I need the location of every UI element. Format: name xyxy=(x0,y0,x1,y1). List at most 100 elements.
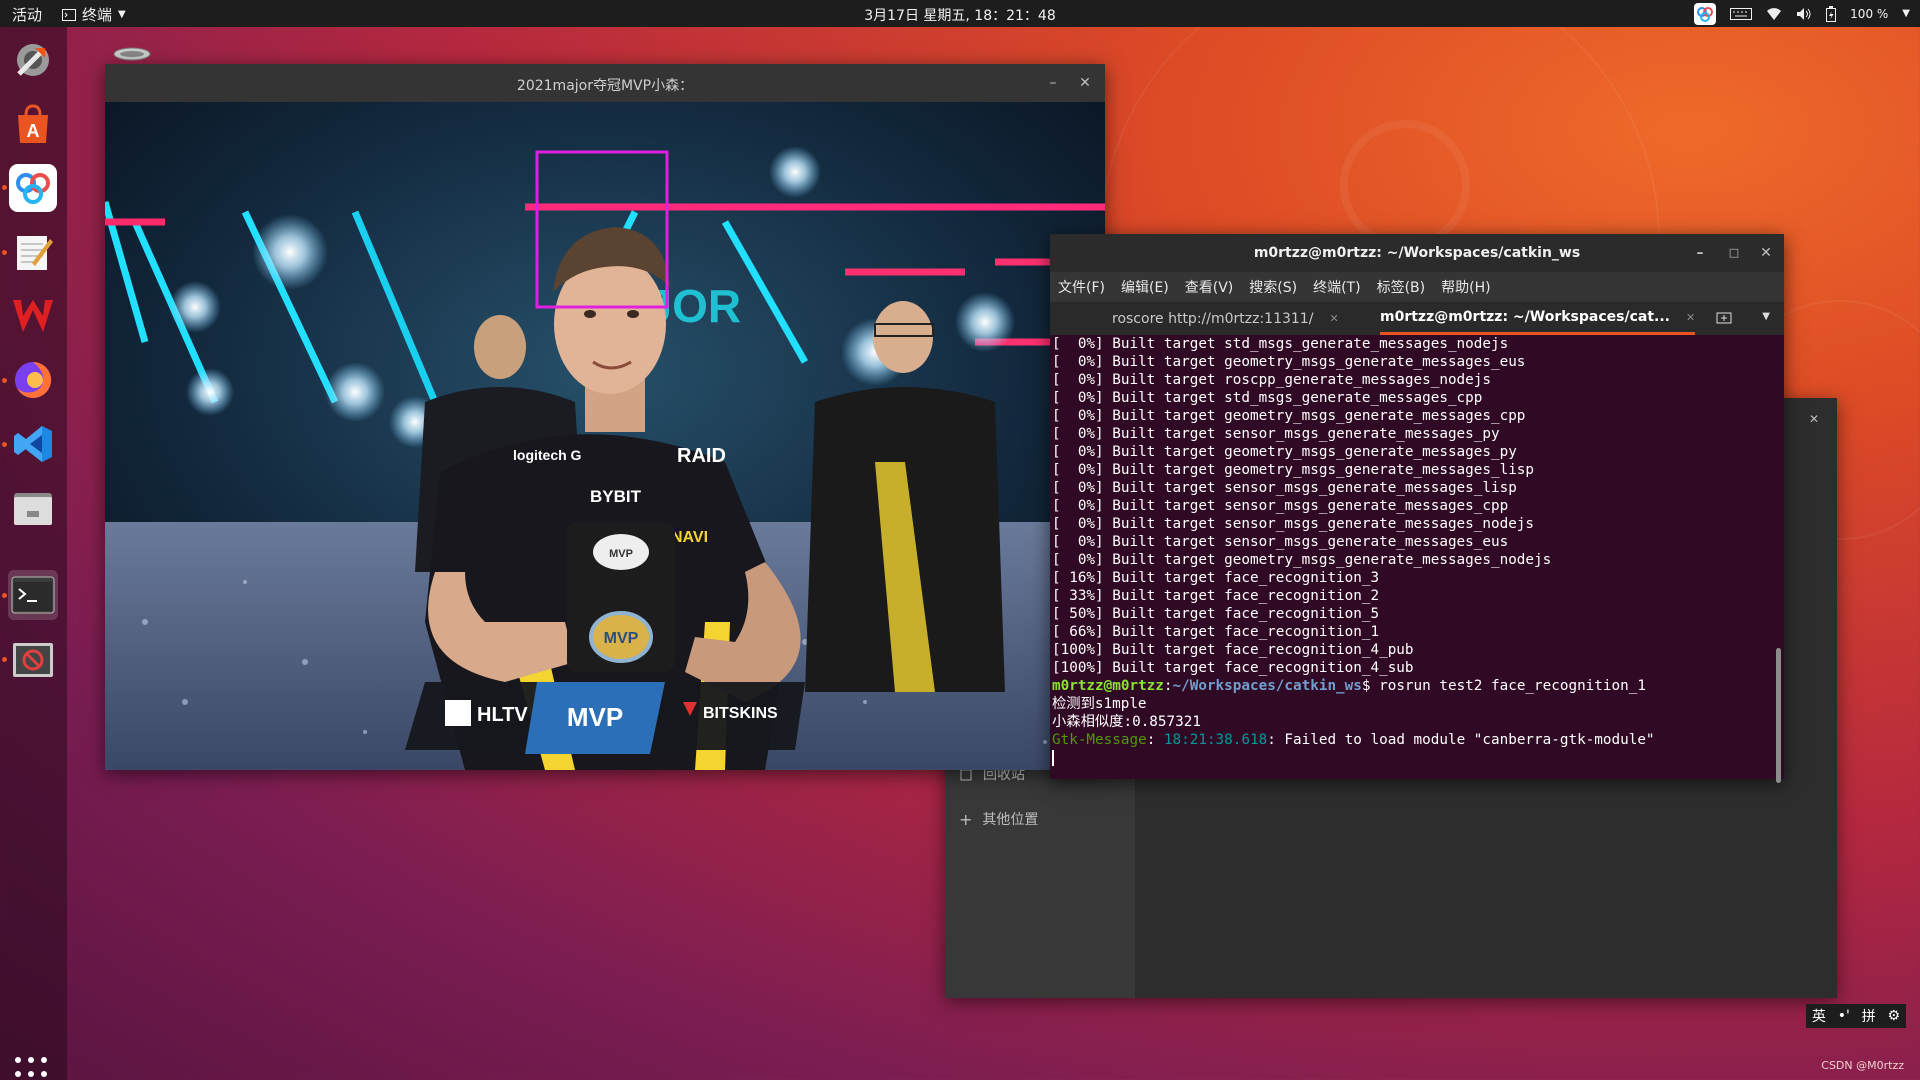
svg-text:A: A xyxy=(27,121,40,141)
sidebar-item-label: 其他位置 xyxy=(982,812,1039,828)
ime-mode[interactable]: 拼 xyxy=(1862,1006,1876,1026)
close-tab-icon[interactable]: ✕ xyxy=(1686,311,1695,324)
prompt-user: m0rtzz@m0rtzz xyxy=(1052,678,1164,694)
tab-roscore[interactable]: roscore http://m0rtzz:11311/ ✕ xyxy=(1112,302,1339,335)
minimize-button[interactable]: – xyxy=(1690,243,1710,263)
battery-percent: 100 % xyxy=(1850,6,1889,21)
new-tab-icon[interactable] xyxy=(1716,310,1732,330)
output-line: [ 0%] Built target sensor_msgs_generate_… xyxy=(1052,480,1517,496)
keyboard-icon[interactable] xyxy=(1730,7,1753,20)
dock-ubuntu-software[interactable]: A xyxy=(8,99,58,149)
gtk-message-line: Gtk-Message: 18:21:38.618: Failed to loa… xyxy=(1052,732,1655,748)
menu-edit[interactable]: 编辑(E) xyxy=(1121,277,1169,297)
tab-label: roscore http://m0rtzz:11311/ xyxy=(1112,310,1314,327)
sidebar-item-other-locations[interactable]: + 其他位置 xyxy=(959,809,1038,829)
menu-tabs[interactable]: 标签(B) xyxy=(1377,277,1426,297)
menu-view[interactable]: 查看(V) xyxy=(1185,277,1234,297)
dock-files[interactable] xyxy=(8,483,58,533)
output-line: [ 0%] Built target sensor_msgs_generate_… xyxy=(1052,426,1500,442)
ime-punctuation[interactable]: •' xyxy=(1838,1008,1850,1024)
output-line: [ 0%] Built target geometry_msgs_generat… xyxy=(1052,462,1535,478)
similarity-line: 小森相似度:0.857321 xyxy=(1052,714,1201,730)
command-text: $ rosrun test2 face_recognition_1 xyxy=(1361,678,1646,694)
show-applications-button[interactable] xyxy=(15,1057,51,1080)
terminal-scrollbar[interactable] xyxy=(1776,343,1781,783)
baidu-netdisk-tray-icon[interactable] xyxy=(1694,2,1717,25)
dock-running-indicator xyxy=(2,378,7,383)
gtk-timestamp: 18:21:38.618 xyxy=(1163,732,1268,748)
output-line: [ 0%] Built target std_msgs_generate_mes… xyxy=(1052,390,1483,406)
app-menu-label: 终端 xyxy=(82,6,113,24)
output-line: [ 0%] Built target geometry_msgs_generat… xyxy=(1052,444,1517,460)
dock-vscode[interactable] xyxy=(8,419,58,469)
output-line: [ 0%] Built target geometry_msgs_generat… xyxy=(1052,408,1526,424)
text-cursor xyxy=(1052,750,1054,766)
clock[interactable]: 3月17日 星期五, 18：21：48 xyxy=(864,8,1056,24)
baidu-netdisk-icon xyxy=(9,164,57,212)
dock-software-updater[interactable] xyxy=(8,35,58,85)
dock-baidu-netdisk[interactable] xyxy=(8,163,58,213)
dock: A xyxy=(0,27,67,1080)
dock-running-indicator xyxy=(2,442,7,447)
terminal-output[interactable]: [ 0%] Built target std_msgs_generate_mes… xyxy=(1050,335,1772,779)
menu-terminal[interactable]: 终端(T) xyxy=(1313,277,1360,297)
maximize-button[interactable]: □ xyxy=(1724,243,1744,263)
battery-icon[interactable] xyxy=(1826,5,1837,22)
dock-firefox[interactable] xyxy=(8,355,58,405)
software-updater-icon xyxy=(17,44,49,76)
terminal-titlebar[interactable]: m0rtzz@m0rtzz: ~/Workspaces/catkin_ws – … xyxy=(1050,234,1784,272)
firefox-icon xyxy=(15,361,52,398)
output-line: [ 0%] Built target sensor_msgs_generate_… xyxy=(1052,498,1509,514)
scrollbar-thumb[interactable] xyxy=(1776,648,1781,783)
svg-text:logitech G: logitech G xyxy=(513,447,582,463)
menu-help[interactable]: 帮助(H) xyxy=(1441,277,1490,297)
photo-canvas: MAJOR xyxy=(105,102,1105,770)
svg-text:BYBIT: BYBIT xyxy=(590,487,642,506)
dock-running-indicator xyxy=(2,250,7,255)
prompt-path: ~/Workspaces/catkin_ws xyxy=(1172,678,1362,694)
close-button[interactable]: ✕ xyxy=(1756,243,1776,263)
close-tab-icon[interactable]: ✕ xyxy=(1329,312,1338,325)
output-line: [ 0%] Built target sensor_msgs_generate_… xyxy=(1052,516,1535,532)
gear-icon[interactable]: ⚙ xyxy=(1888,1008,1901,1024)
mvp-banner: HLTV MVP BITSKINS xyxy=(405,682,805,754)
dock-wps-office[interactable] xyxy=(8,291,58,341)
tab-label: m0rtzz@m0rtzz: ~/Workspaces/cat... xyxy=(1380,309,1670,325)
tabs-menu-chevron-icon[interactable]: ▼ xyxy=(1762,311,1770,322)
svg-text:HLTV: HLTV xyxy=(477,704,528,726)
system-tray[interactable]: 100 % ▼ xyxy=(1694,2,1910,25)
dock-text-editor[interactable] xyxy=(8,227,58,277)
activities-button[interactable]: 活动 xyxy=(12,4,42,25)
menu-file[interactable]: 文件(F) xyxy=(1058,277,1105,297)
input-line[interactable] xyxy=(1052,749,1772,767)
blocked-app-icon xyxy=(13,643,53,677)
app-menu[interactable]: 终端 ▼ xyxy=(62,4,126,25)
ime-language[interactable]: 英 xyxy=(1812,1006,1826,1026)
tab-catkin-ws[interactable]: m0rtzz@m0rtzz: ~/Workspaces/cat... ✕ xyxy=(1380,302,1696,335)
svg-text:MVP: MVP xyxy=(604,630,639,647)
vscode-icon xyxy=(14,426,52,462)
wifi-icon[interactable] xyxy=(1766,7,1782,21)
svg-text:MVP: MVP xyxy=(609,548,633,560)
output-line: [ 66%] Built target face_recognition_1 xyxy=(1052,624,1380,640)
dock-blocked-app[interactable] xyxy=(8,635,58,685)
detect-line: 检测到s1mple xyxy=(1052,696,1147,712)
volume-icon[interactable] xyxy=(1796,7,1812,21)
close-icon[interactable]: ✕ xyxy=(1809,412,1819,426)
wallpaper-ring xyxy=(1340,120,1470,250)
image-window-titlebar[interactable]: 2021major夺冠MVP小森： – ✕ xyxy=(105,64,1105,102)
output-line: [ 0%] Built target sensor_msgs_generate_… xyxy=(1052,534,1509,550)
terminal-window: m0rtzz@m0rtzz: ~/Workspaces/catkin_ws – … xyxy=(1050,234,1784,783)
input-method-bar[interactable]: 英 •' 拼 ⚙ xyxy=(1806,1004,1906,1028)
output-line: [ 0%] Built target roscpp_generate_messa… xyxy=(1052,372,1491,388)
top-bar: 活动 终端 ▼ 3月17日 星期五, 18：21：48 100 % ▼ xyxy=(0,0,1920,27)
svg-text:NAVI: NAVI xyxy=(671,529,708,546)
system-menu-chevron-icon[interactable]: ▼ xyxy=(1902,8,1910,19)
minimize-button[interactable]: – xyxy=(1043,73,1063,93)
output-line: [100%] Built target face_recognition_4_p… xyxy=(1052,642,1414,658)
close-button[interactable]: ✕ xyxy=(1075,73,1095,93)
menu-search[interactable]: 搜索(S) xyxy=(1249,277,1297,297)
dock-terminal[interactable] xyxy=(8,570,58,620)
desktop-trash-icon[interactable] xyxy=(113,46,151,62)
output-line: [ 16%] Built target face_recognition_3 xyxy=(1052,570,1380,586)
